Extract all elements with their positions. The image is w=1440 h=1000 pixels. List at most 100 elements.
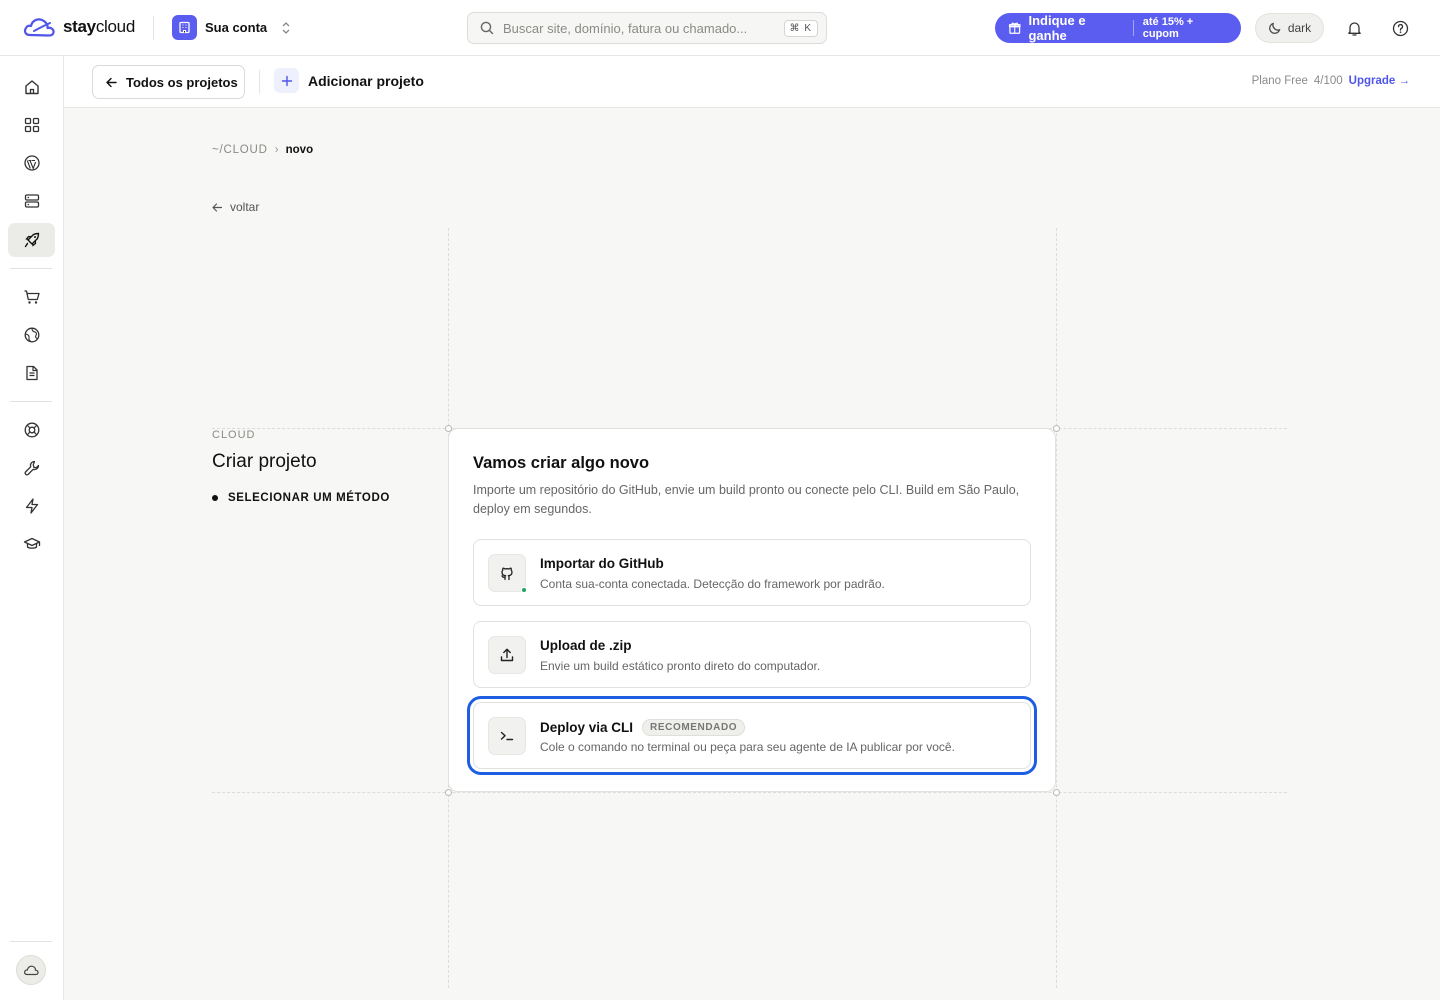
sidebar-item-billing[interactable] <box>8 356 55 390</box>
notifications-button[interactable] <box>1343 17 1365 39</box>
account-name: Sua conta <box>205 20 268 35</box>
breadcrumb: ~/CLOUD › novo <box>212 144 313 156</box>
guide-line <box>1056 228 1057 988</box>
bolt-icon <box>25 498 38 514</box>
server-icon <box>24 194 39 208</box>
option-cli-deploy[interactable]: Deploy via CLI RECOMENDADO Cole o comand… <box>467 696 1037 775</box>
terminal-icon <box>488 717 526 755</box>
bell-icon <box>1347 21 1361 36</box>
search-shortcut: ⌘ K <box>783 19 818 37</box>
building-icon <box>172 15 197 40</box>
create-project-card: Vamos criar algo novo Importe um reposit… <box>448 428 1056 792</box>
recommended-badge: RECOMENDADO <box>642 719 746 736</box>
sidebar-item-performance[interactable] <box>8 489 55 523</box>
option-description: Envie um build estático pronto direto do… <box>540 659 821 673</box>
moon-icon <box>1269 22 1281 34</box>
all-projects-label: Todos os projetos <box>126 74 238 90</box>
add-project-button[interactable]: Adicionar projeto <box>274 68 424 93</box>
sidebar-item-domains[interactable] <box>8 318 55 352</box>
theme-toggle-button[interactable]: dark <box>1255 13 1324 43</box>
option-github-import[interactable]: Importar do GitHub Conta sua-conta conec… <box>473 539 1031 606</box>
rocket-icon <box>24 232 39 248</box>
option-title: Deploy via CLI RECOMENDADO <box>540 719 746 736</box>
arrow-left-icon <box>212 202 223 212</box>
step-indicator: SELECIONAR UM MÉTODO <box>212 492 390 504</box>
divider <box>10 401 52 402</box>
sidebar-item-dashboard[interactable] <box>8 108 55 142</box>
option-title: Importar do GitHub <box>540 556 664 571</box>
option-title: Upload de .zip <box>540 638 632 653</box>
chevron-updown-icon <box>282 21 290 34</box>
wordpress-icon <box>23 155 40 171</box>
option-description: Cole o comando no terminal ou peça para … <box>540 740 955 754</box>
divider <box>1132 20 1134 36</box>
plan-label: Plano Free <box>1251 75 1308 87</box>
option-zip-upload[interactable]: Upload de .zip Envie um build estático p… <box>473 621 1031 688</box>
corner-handle <box>1053 789 1060 796</box>
breadcrumb-current: novo <box>285 144 314 156</box>
corner-handle <box>445 425 452 432</box>
sidebar-item-academy[interactable] <box>8 527 55 561</box>
github-icon <box>488 554 527 593</box>
help-button[interactable] <box>1389 17 1411 39</box>
referral-button[interactable]: Indique e ganhe até 15% + cupom <box>995 13 1241 43</box>
sidebar-item-servers[interactable] <box>8 184 55 218</box>
sidebar-item-shop[interactable] <box>8 280 55 314</box>
search-input[interactable] <box>503 20 775 36</box>
gift-icon <box>1008 22 1021 34</box>
divider <box>10 941 52 942</box>
plan-usage: 4/100 <box>1313 75 1343 87</box>
upload-icon <box>488 636 526 674</box>
sidebar-item-cloud[interactable] <box>8 223 55 257</box>
cloud-logo-icon <box>23 18 55 37</box>
corner-handle <box>1053 425 1060 432</box>
dashboard-icon <box>24 117 39 133</box>
project-header: Todos os projetos Adicionar projeto Plan… <box>64 56 1440 108</box>
step-label: SELECIONAR UM MÉTODO <box>228 492 390 504</box>
arrow-left-icon <box>106 77 117 87</box>
divider <box>10 268 52 269</box>
wrench-icon <box>24 460 39 476</box>
plan-info: Plano Free 4/100 Upgrade → <box>1252 75 1410 87</box>
sidebar-item-support[interactable] <box>8 413 55 447</box>
breadcrumb-separator: › <box>274 144 279 156</box>
sidebar-item-wordpress[interactable] <box>8 146 55 180</box>
referral-label: Indique e ganhe <box>1028 13 1086 43</box>
brand-logo[interactable]: staycloud <box>22 16 135 38</box>
back-link[interactable]: voltar <box>212 200 259 214</box>
corner-handle <box>445 789 452 796</box>
divider <box>153 16 154 40</box>
add-project-label: Adicionar projeto <box>308 72 424 89</box>
sidebar-item-home[interactable] <box>8 70 55 104</box>
option-description: Conta sua-conta conectada. Detecção do f… <box>540 577 885 591</box>
globe-icon <box>24 327 39 343</box>
sidebar <box>0 56 64 1000</box>
cloud-icon <box>23 965 39 976</box>
plus-icon <box>274 68 299 93</box>
card-description: Importe um repositório do GitHub, envie … <box>473 483 1020 516</box>
all-projects-button[interactable]: Todos os projetos <box>92 65 245 99</box>
connected-status-dot <box>521 587 527 593</box>
account-switcher[interactable]: Sua conta <box>172 15 291 40</box>
theme-toggle-label: dark <box>1287 21 1312 35</box>
divider <box>259 70 260 94</box>
breadcrumb-root[interactable]: ~/CLOUD <box>212 144 268 156</box>
sidebar-item-tools[interactable] <box>8 451 55 485</box>
card-title: Vamos criar algo novo <box>473 454 650 472</box>
cart-icon <box>24 290 40 304</box>
top-bar: staycloud Sua conta ⌘ K Indique e ganhe … <box>0 0 1440 56</box>
lifebuoy-icon <box>24 422 39 438</box>
graduation-cap-icon <box>23 537 40 549</box>
search-icon <box>480 21 494 35</box>
section-tag: CLOUD <box>212 429 256 441</box>
document-icon <box>25 365 38 381</box>
avatar[interactable] <box>16 955 46 985</box>
search-bar[interactable]: ⌘ K <box>467 12 827 44</box>
back-label: voltar <box>230 200 260 214</box>
brand-name: staycloud <box>63 17 135 36</box>
guide-line <box>212 792 1287 793</box>
help-icon <box>1392 20 1408 36</box>
home-icon <box>24 80 39 95</box>
step-dot <box>212 495 218 501</box>
upgrade-link[interactable]: Upgrade → <box>1349 75 1410 87</box>
